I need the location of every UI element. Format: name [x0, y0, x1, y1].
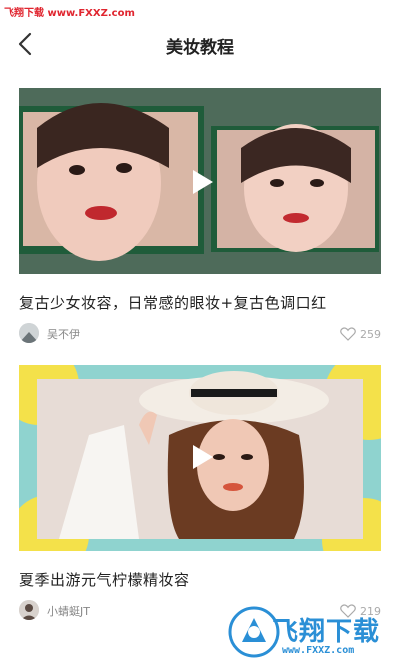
- play-icon: [193, 445, 213, 469]
- like-count: 259: [360, 327, 381, 341]
- brand-url: www.FXXZ.com: [282, 645, 355, 656]
- heart-icon: [340, 327, 356, 341]
- like-button[interactable]: 259: [340, 325, 381, 343]
- play-icon: [193, 170, 213, 194]
- card-title[interactable]: 复古少女妆容，日常感的眼妆+复古色调口红: [19, 292, 381, 313]
- avatar[interactable]: [19, 323, 39, 343]
- avatar[interactable]: [19, 600, 39, 620]
- avatar-image: [19, 323, 39, 343]
- video-card-2[interactable]: 夏季出游元气柠檬精妆容 小蜻蜓JT 219: [19, 365, 381, 624]
- page-title: 美妆教程: [166, 38, 234, 58]
- brand-name: 飞翔下载: [272, 617, 381, 647]
- video-thumbnail-2[interactable]: [19, 365, 381, 551]
- card-meta: 吴不伊 259: [19, 323, 381, 347]
- play-button[interactable]: [185, 441, 217, 473]
- play-button[interactable]: [185, 166, 217, 198]
- author-name[interactable]: 小蜻蜓JT: [47, 603, 90, 619]
- card-title[interactable]: 夏季出游元气柠檬精妆容: [19, 569, 381, 590]
- author-name[interactable]: 吴不伊: [47, 326, 80, 342]
- video-thumbnail-1[interactable]: [19, 88, 381, 274]
- header: 美妆教程: [0, 0, 400, 90]
- avatar-image: [19, 600, 39, 620]
- video-card-1[interactable]: 复古少女妆容，日常感的眼妆+复古色调口红 吴不伊 259: [19, 88, 381, 347]
